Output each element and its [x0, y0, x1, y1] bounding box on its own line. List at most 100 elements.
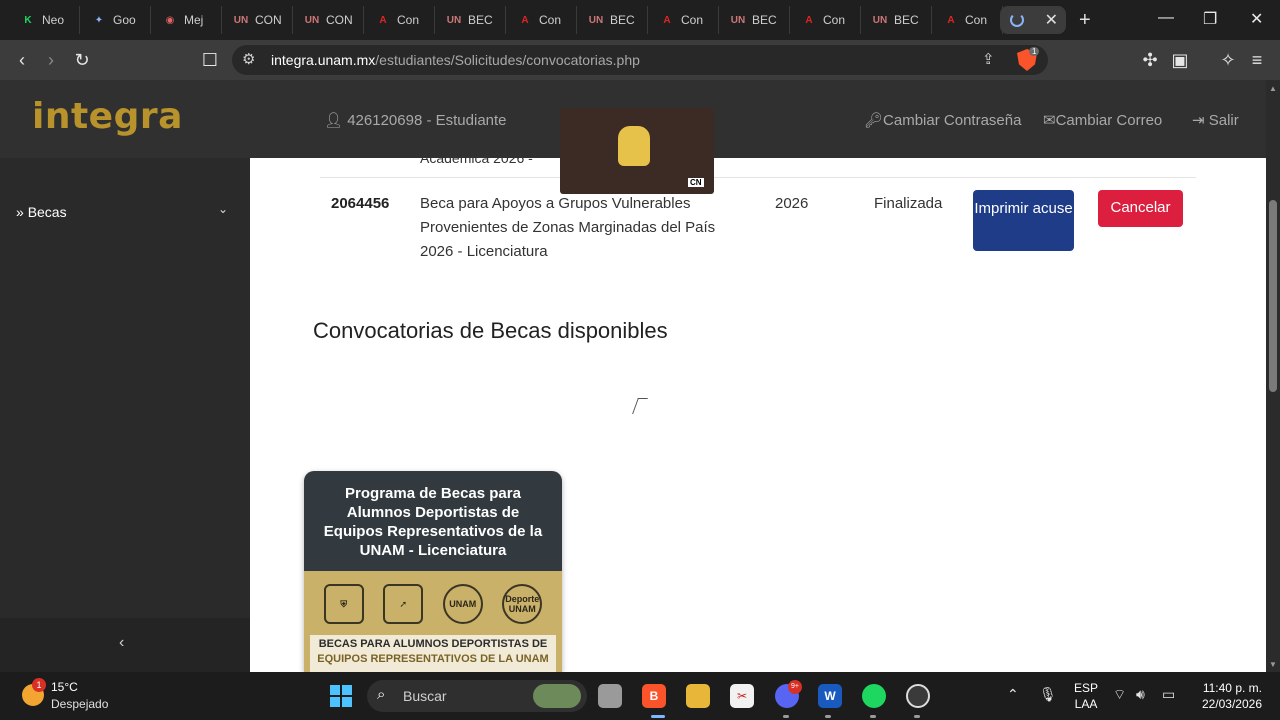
close-window-button[interactable]: ✕ — [1250, 9, 1263, 29]
logout-link[interactable]: ⇥ Salir — [1192, 111, 1239, 129]
share-icon[interactable]: ⇪ — [982, 50, 995, 68]
video-overlay[interactable]: CN — [560, 108, 714, 194]
scroll-thumb[interactable] — [1269, 200, 1277, 392]
taskbar-search[interactable]: ⌕ Buscar — [367, 680, 587, 712]
unam-icon: UN — [446, 14, 462, 26]
leo-ai-icon[interactable]: ✧ — [1217, 49, 1239, 71]
obs-icon[interactable] — [906, 684, 930, 708]
tab-1[interactable]: ✦ Goo — [81, 6, 151, 34]
weather-badge: 1 — [32, 678, 46, 692]
change-password-link[interactable]: 🔑︎Cambiar Contraseña — [864, 111, 1021, 129]
banner-line-2: EQUIPOS REPRESENTATIVOS DE LA UNAM — [317, 653, 549, 665]
card-banner: BECAS PARA ALUMNOS DEPORTISTAS DE EQUIPO… — [310, 635, 556, 672]
chevron-down-icon[interactable]: ⌄ — [218, 202, 228, 216]
battery-icon[interactable]: ▭ — [1162, 686, 1175, 703]
tab-9[interactable]: A Con — [649, 6, 719, 34]
print-receipt-button[interactable]: Imprimir acuse — [973, 190, 1074, 251]
show-hidden-icons[interactable]: ⌃ — [1007, 686, 1019, 703]
tab-2[interactable]: ◉ Mej — [152, 6, 222, 34]
weather-description[interactable]: Despejado — [51, 697, 108, 711]
tab-6[interactable]: UN BEC — [436, 6, 506, 34]
language-line-2: LAA — [1074, 697, 1098, 711]
tab-10[interactable]: UN BEC — [720, 6, 790, 34]
back-icon[interactable]: ‹ — [11, 49, 33, 71]
weather-temperature[interactable]: 15°C — [51, 680, 78, 694]
close-tab-icon[interactable]: ✕ — [1045, 10, 1058, 30]
task-view-icon[interactable] — [598, 684, 622, 708]
file-explorer-icon[interactable] — [686, 684, 710, 708]
tab-4[interactable]: UN CON — [294, 6, 364, 34]
unam-icon: UN — [872, 14, 888, 26]
tab-11[interactable]: A Con — [791, 6, 861, 34]
restore-button[interactable]: ❐ — [1203, 9, 1217, 29]
language-indicator[interactable]: ESP LAA — [1074, 680, 1098, 712]
tab-8[interactable]: UN BEC — [578, 6, 648, 34]
tab-label: Goo — [113, 13, 136, 27]
microphone-icon[interactable]: 🎙︎ — [1039, 686, 1057, 703]
tab-label: Con — [539, 13, 562, 27]
running-indicator — [783, 715, 789, 718]
spotify-icon[interactable] — [862, 684, 886, 708]
change-email-link[interactable]: ✉Cambiar Correo — [1043, 111, 1162, 129]
extensions-icon[interactable]: ✣ — [1139, 49, 1161, 71]
unam-icon: UN — [730, 14, 746, 26]
mouse-cursor-icon — [632, 398, 648, 414]
sidebar-footer: ‹ — [0, 618, 250, 672]
scroll-down-icon[interactable]: ▼ — [1269, 660, 1277, 669]
volume-icon[interactable]: 🔊︎ — [1136, 686, 1145, 703]
user-icon: 👤︎ — [324, 112, 348, 129]
date-label: 22/03/2026 — [1201, 697, 1262, 711]
wifi-icon[interactable]: ⌔ — [1113, 686, 1126, 704]
tab-active[interactable]: ✕ — [1000, 6, 1066, 34]
tab-13[interactable]: A Con — [933, 6, 1003, 34]
user-info: 👤︎ 426120698 - Estudiante — [324, 111, 507, 129]
tab-label: CON — [326, 13, 353, 27]
card-title[interactable]: Programa de Becas para Alumnos Deportist… — [316, 484, 550, 560]
sidebar-item-becas[interactable]: » Becas — [16, 204, 67, 220]
site-info-icon[interactable]: ⚙ — [242, 50, 255, 68]
tab-label: Con — [823, 13, 846, 27]
taskbar: 1 15°C Despejado ⌕ Buscar B ✂ 9+ W ⌃ 🎙︎ … — [0, 672, 1280, 720]
wallet-icon[interactable]: ▣ — [1169, 49, 1191, 71]
scholarship-card[interactable]: Programa de Becas para Alumnos Deportist… — [304, 471, 562, 672]
pdf-icon: A — [947, 14, 955, 26]
application-description: Beca para Apoyos a Grupos Vulnerables Pr… — [420, 195, 716, 260]
tab-7[interactable]: A Con — [507, 6, 577, 34]
tab-label: Con — [681, 13, 704, 27]
clock[interactable]: 11:40 p. m. 22/03/2026 — [1196, 680, 1262, 712]
page-scrollbar[interactable]: ▲ ▼ — [1266, 80, 1280, 672]
snipping-tool-icon[interactable]: ✂ — [730, 684, 754, 708]
word-icon[interactable]: W — [818, 684, 842, 708]
reload-icon[interactable]: ↻ — [71, 49, 93, 71]
tab-12[interactable]: UN BEC — [862, 6, 932, 34]
card-image[interactable]: ⛨ ➚ UNAM Deporte UNAM BECAS PARA ALUMNOS… — [304, 571, 562, 672]
brave-taskbar-icon[interactable]: B — [642, 684, 666, 708]
tab-label: BEC — [752, 13, 777, 27]
unam-shield-icon: ⛨ — [323, 584, 364, 624]
menu-icon[interactable]: ≡ — [1246, 49, 1268, 71]
tab-3[interactable]: UN CON — [223, 6, 293, 34]
tab-label: CON — [255, 13, 282, 27]
tab-label: BEC — [894, 13, 919, 27]
search-label: Buscar — [403, 688, 447, 704]
forward-icon[interactable]: › — [40, 49, 62, 71]
cancel-button[interactable]: Cancelar — [1098, 190, 1183, 227]
gemini-icon: ✦ — [94, 14, 104, 26]
key-icon: 🔑︎ — [864, 112, 884, 129]
new-tab-button[interactable]: + — [1079, 9, 1091, 32]
banner-line-1: BECAS PARA ALUMNOS DEPORTISTAS DE — [318, 638, 548, 650]
minimize-button[interactable]: — — [1158, 9, 1174, 27]
url-text[interactable]: integra.unam.mx/estudiantes/Solicitudes/… — [271, 52, 640, 68]
scroll-up-icon[interactable]: ▲ — [1269, 84, 1277, 93]
tab-0[interactable]: K Neo — [10, 6, 80, 34]
integra-logo[interactable]: integra — [32, 96, 183, 137]
start-button[interactable] — [330, 685, 352, 707]
address-bar[interactable]: ⚙ integra.unam.mx/estudiantes/Solicitude… — [232, 45, 1048, 75]
collapse-sidebar-icon[interactable]: ‹ — [119, 634, 124, 652]
main-content: Académica 2026 - 2064456 Beca para Apoyo… — [250, 150, 1266, 672]
bookmark-icon[interactable]: ☐ — [199, 49, 221, 71]
unam-icon: UN — [233, 14, 249, 26]
tab-5[interactable]: A Con — [365, 6, 435, 34]
search-highlight-image — [533, 684, 581, 708]
browser-toolbar: ‹ › ↻ ☐ ⚙ integra.unam.mx/estudiantes/So… — [0, 40, 1280, 80]
